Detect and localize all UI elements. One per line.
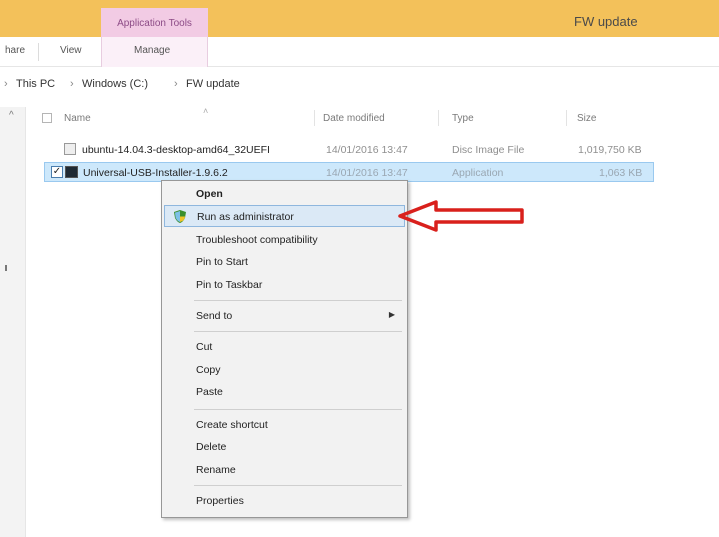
menu-item-rename[interactable]: Rename: [164, 459, 405, 481]
file-type: Disc Image File: [452, 144, 525, 156]
menu-item-label: Pin to Taskbar: [196, 279, 263, 291]
menu-item-create-shortcut[interactable]: Create shortcut: [164, 414, 405, 436]
menu-item-copy[interactable]: Copy: [164, 359, 405, 381]
file-row-selected[interactable]: ✓ Universal-USB-Installer-1.9.6.2 14/01/…: [44, 162, 654, 182]
column-name[interactable]: Name: [64, 113, 91, 124]
sort-indicator-icon: ˄: [203, 106, 209, 116]
disc-image-icon: [64, 143, 76, 155]
menu-item-label: Open: [196, 188, 223, 200]
column-header: ˄ Name Date modified Type Size: [26, 106, 719, 130]
file-row[interactable]: ubuntu-14.04.3-desktop-amd64_32UEFI 14/0…: [44, 140, 654, 160]
column-divider: [566, 110, 567, 126]
column-divider: [438, 110, 439, 126]
application-icon: [65, 166, 78, 178]
menu-item-open[interactable]: Open: [164, 183, 405, 205]
column-size[interactable]: Size: [577, 113, 596, 124]
menu-item-label: Cut: [196, 341, 213, 353]
submenu-arrow-icon: ▶: [388, 310, 395, 319]
red-arrow-annotation: [398, 200, 524, 232]
breadcrumb-windows-c[interactable]: Windows (C:): [82, 78, 148, 90]
file-date: 14/01/2016 13:47: [326, 167, 408, 179]
menu-item-pin-to-taskbar[interactable]: Pin to Taskbar: [164, 274, 405, 296]
breadcrumb-chevron: ›: [4, 78, 8, 90]
file-date: 14/01/2016 13:47: [326, 144, 408, 156]
menu-item-label: Troubleshoot compatibility: [196, 234, 318, 246]
address-bar[interactable]: › This PC › Windows (C:) › FW update: [0, 72, 719, 96]
file-name: ubuntu-14.04.3-desktop-amd64_32UEFI: [82, 144, 270, 156]
menu-item-troubleshoot-compatibility[interactable]: Troubleshoot compatibility: [164, 229, 405, 251]
window-title: FW update: [574, 14, 638, 29]
nav-pane-marker: [5, 265, 7, 271]
uac-shield-icon: [174, 210, 186, 223]
menu-item-label: Rename: [196, 464, 236, 476]
menu-item-send-to[interactable]: Send to ▶: [164, 305, 405, 327]
menu-item-run-as-administrator[interactable]: Run as administrator: [164, 205, 405, 227]
context-menu: Open Run as administrator Troubleshoot c…: [161, 180, 408, 518]
menu-item-label: Delete: [196, 441, 227, 453]
menu-item-label: Properties: [196, 495, 244, 507]
menu-item-label: Send to: [196, 310, 233, 322]
column-type[interactable]: Type: [452, 113, 474, 124]
breadcrumb-chevron: ›: [70, 78, 74, 90]
file-size: 1,063 KB: [599, 167, 643, 179]
navigation-pane[interactable]: [0, 107, 26, 537]
menu-item-properties[interactable]: Properties: [164, 490, 405, 512]
menu-separator: [194, 331, 402, 332]
menu-item-cut[interactable]: Cut: [164, 336, 405, 358]
menu-separator: [194, 409, 402, 410]
menu-item-label: Paste: [196, 386, 223, 398]
menu-item-delete[interactable]: Delete: [164, 436, 405, 458]
application-tools-context-tab: Application Tools: [101, 8, 208, 40]
tab-view[interactable]: View: [60, 45, 82, 56]
tab-share[interactable]: hare: [5, 45, 25, 56]
breadcrumb-fw-update[interactable]: FW update: [186, 78, 240, 90]
select-all-checkbox[interactable]: [42, 113, 52, 123]
tab-manage[interactable]: Manage: [134, 45, 170, 56]
menu-item-label: Pin to Start: [196, 256, 248, 268]
menu-item-label: Create shortcut: [196, 419, 268, 431]
file-name: Universal-USB-Installer-1.9.6.2: [83, 167, 228, 179]
ribbon-divider: [38, 43, 39, 61]
ribbon-tab-bar: hare View Manage: [0, 37, 719, 67]
column-date-modified[interactable]: Date modified: [323, 113, 385, 124]
menu-item-label: Run as administrator: [197, 211, 294, 223]
scroll-up-icon[interactable]: ^: [9, 110, 14, 121]
title-bar: Application Tools FW update: [0, 0, 719, 40]
file-type: Application: [452, 167, 504, 179]
menu-item-label: Copy: [196, 364, 221, 376]
menu-separator: [194, 485, 402, 486]
file-size: 1,019,750 KB: [578, 144, 642, 156]
breadcrumb-chevron: ›: [174, 78, 178, 90]
row-checkbox[interactable]: ✓: [51, 166, 63, 178]
menu-item-pin-to-start[interactable]: Pin to Start: [164, 251, 405, 273]
menu-item-paste[interactable]: Paste: [164, 381, 405, 403]
breadcrumb-this-pc[interactable]: This PC: [16, 78, 55, 90]
menu-separator: [194, 300, 402, 301]
column-divider: [314, 110, 315, 126]
